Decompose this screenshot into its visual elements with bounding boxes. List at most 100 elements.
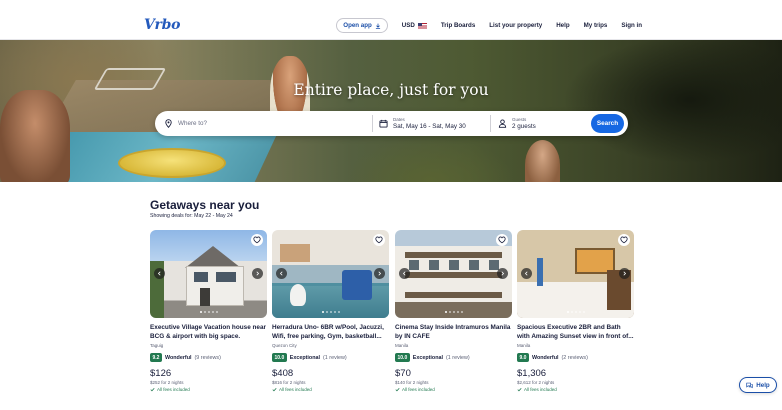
total-price: $2,612 for 2 nights [517, 380, 555, 385]
favorite-button[interactable] [618, 234, 630, 246]
heart-icon [620, 236, 628, 244]
nav-list-property[interactable]: List your property [489, 22, 542, 29]
destination-placeholder: Where to? [178, 120, 208, 127]
nav-my-trips[interactable]: My trips [584, 22, 608, 29]
open-app-label: Open app [343, 22, 372, 29]
chevron-left-icon [157, 271, 161, 276]
photo-dots [150, 311, 267, 313]
property-rating: 9.2 Wonderful (9 reviews) [150, 353, 267, 362]
guests-field[interactable]: Guests 2 guests [491, 115, 589, 132]
fees-label: All fees included [279, 387, 312, 392]
nav-help[interactable]: Help [556, 22, 569, 29]
checkmark-icon [395, 387, 400, 392]
property-photo[interactable] [272, 230, 389, 318]
review-count: (1 review) [323, 354, 347, 361]
nav-trip-boards[interactable]: Trip Boards [441, 22, 475, 29]
heart-icon [253, 236, 261, 244]
previous-photo-button[interactable] [399, 268, 410, 279]
previous-photo-button[interactable] [276, 268, 287, 279]
property-photo[interactable] [150, 230, 267, 318]
total-price: $140 for 2 nights [395, 380, 429, 385]
favorite-button[interactable] [496, 234, 508, 246]
fees-label: All fees included [402, 387, 435, 392]
property-card[interactable]: Executive Village Vacation house near BC… [150, 230, 267, 392]
chevron-right-icon [378, 271, 382, 276]
next-photo-button[interactable] [252, 268, 263, 279]
search-bar: Where to? Dates Sat, May 16 - Sat, May 3… [155, 111, 628, 136]
currency-selector[interactable]: USD [402, 22, 427, 29]
section-subtitle: Showing deals for: May 22 - May 24 [150, 213, 233, 219]
currency-label: USD [401, 22, 415, 29]
chevron-left-icon [279, 271, 283, 276]
heart-icon [498, 236, 506, 244]
property-photo[interactable] [395, 230, 512, 318]
next-photo-button[interactable] [619, 268, 630, 279]
previous-photo-button[interactable] [154, 268, 165, 279]
fees-label: All fees included [157, 387, 190, 392]
checkmark-icon [517, 387, 522, 392]
property-card[interactable]: Spacious Executive 2BR and Bath with Ama… [517, 230, 634, 392]
rating-badge: 9.0 [517, 353, 529, 362]
checkmark-icon [272, 387, 277, 392]
heart-icon [375, 236, 383, 244]
nightly-price: $70 [395, 368, 411, 379]
rating-word: Wonderful [531, 354, 559, 361]
dates-value: Sat, May 16 - Sat, May 30 [393, 123, 466, 130]
search-button[interactable]: Search [591, 114, 624, 133]
chevron-right-icon [256, 271, 260, 276]
property-location: Manila [517, 343, 531, 348]
property-title[interactable]: Spacious Executive 2BR and Bath with Ama… [517, 324, 634, 341]
review-count: (2 reviews) [561, 354, 588, 361]
fees-note: All fees included [395, 387, 512, 392]
hero-float [118, 148, 226, 178]
property-location: Taguig [150, 343, 164, 348]
fees-label: All fees included [524, 387, 557, 392]
nightly-price: $1,306 [517, 368, 547, 379]
fees-note: All fees included [272, 387, 389, 392]
rating-badge: 10.0 [395, 353, 410, 362]
download-icon [375, 23, 380, 29]
property-location: Quezon City [272, 343, 297, 348]
rating-word: Exceptional [412, 354, 443, 361]
hero-title: Entire place, just for you [293, 81, 489, 99]
vrbo-logo[interactable]: Vrbo [144, 17, 180, 33]
rating-badge: 10.0 [272, 353, 287, 362]
favorite-button[interactable] [373, 234, 385, 246]
photo-dots [272, 311, 389, 313]
property-title[interactable]: Cinema Stay Inside Intramuros Manila by … [395, 324, 512, 341]
property-card[interactable]: Cinema Stay Inside Intramuros Manila by … [395, 230, 512, 392]
photo-dots [517, 311, 634, 313]
property-location: Manila [395, 343, 409, 348]
property-card[interactable]: Herradura Uno- 6BR w/Pool, Jacuzzi, Wifi… [272, 230, 389, 392]
chevron-right-icon [501, 271, 505, 276]
destination-field[interactable]: Where to? [155, 115, 373, 132]
nightly-price: $408 [272, 368, 294, 379]
favorite-button[interactable] [251, 234, 263, 246]
open-app-button[interactable]: Open app [336, 18, 388, 33]
person-icon [498, 119, 507, 128]
guests-value: 2 guests [512, 123, 536, 130]
help-label: Help [756, 381, 770, 389]
fees-note: All fees included [150, 387, 267, 392]
property-photo[interactable] [517, 230, 634, 318]
next-photo-button[interactable] [374, 268, 385, 279]
chevron-right-icon [623, 271, 627, 276]
help-button[interactable]: Help [739, 377, 777, 393]
property-rating: 10.0 Exceptional (1 review) [272, 353, 389, 362]
property-title[interactable]: Executive Village Vacation house near BC… [150, 324, 267, 341]
hero-person [0, 90, 70, 182]
top-header: Vrbo Open app USD Trip Boards List your … [0, 0, 782, 40]
guests-label: Guests [512, 117, 527, 122]
chat-bubbles-icon [746, 382, 753, 388]
nightly-price: $126 [150, 368, 172, 379]
rating-word: Exceptional [289, 354, 320, 361]
nav-sign-in[interactable]: Sign in [621, 22, 642, 29]
us-flag-icon [417, 22, 427, 29]
chevron-left-icon [402, 271, 406, 276]
rating-word: Wonderful [164, 354, 192, 361]
review-count: (9 reviews) [194, 354, 221, 361]
property-title[interactable]: Herradura Uno- 6BR w/Pool, Jacuzzi, Wifi… [272, 324, 389, 341]
previous-photo-button[interactable] [521, 268, 532, 279]
dates-field[interactable]: Dates Sat, May 16 - Sat, May 30 [373, 115, 491, 132]
next-photo-button[interactable] [497, 268, 508, 279]
